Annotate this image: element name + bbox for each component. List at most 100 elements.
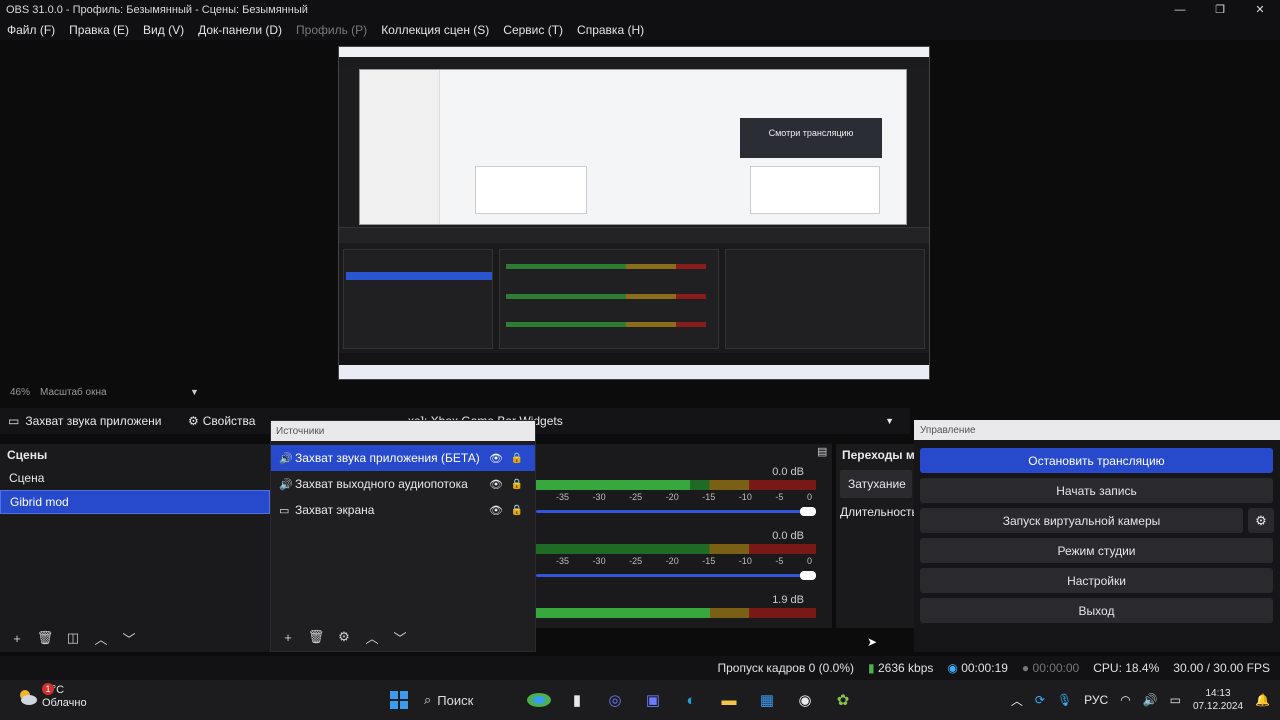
language-indicator[interactable]: РУС: [1084, 693, 1108, 707]
stream-preview[interactable]: Смотри трансляцию: [338, 46, 930, 380]
move-up-button[interactable]: ︿: [361, 628, 383, 647]
scene-list: Сцена Gibrid mod: [0, 466, 270, 514]
mixer-menu-icon[interactable]: ▤: [817, 445, 827, 458]
source-item[interactable]: 🔊 Захват звука приложения (БЕТА) 👁 🔒: [271, 445, 535, 471]
volume-icon[interactable]: 🔊: [1143, 693, 1158, 707]
menu-view[interactable]: Вид (V): [136, 23, 191, 37]
menu-tools[interactable]: Сервис (T): [496, 23, 570, 37]
control-button[interactable]: Режим студии: [920, 538, 1273, 563]
context-source-name: Захват звука приложени: [25, 414, 162, 428]
scenes-dock: Сцены Сцена Gibrid mod + 🗑 ◫ ︿ ﹀: [0, 444, 270, 652]
file-icon[interactable]: ▮: [564, 687, 590, 713]
remove-scene-button[interactable]: 🗑: [34, 630, 56, 646]
close-button[interactable]: ✕: [1240, 0, 1280, 20]
control-button[interactable]: Начать запись: [920, 478, 1273, 503]
tick-label: -10: [738, 556, 752, 566]
scene-filters-button[interactable]: ◫: [62, 630, 84, 646]
store-icon[interactable]: ▦: [754, 687, 780, 713]
tick-label: -20: [665, 492, 679, 502]
menu-file[interactable]: Файл (F): [0, 23, 62, 37]
mic-icon[interactable]: 🎙: [1057, 693, 1072, 707]
channel-db: 0.0 dB: [772, 466, 804, 478]
scene-item[interactable]: Gibrid mod: [0, 490, 270, 514]
lock-icon[interactable]: 🔒: [511, 453, 523, 464]
channel-db: 1.9 dB: [772, 594, 804, 606]
widgets-icon[interactable]: [526, 687, 552, 713]
eye-icon[interactable]: 👁: [489, 452, 503, 465]
search-icon: ⌕: [424, 692, 432, 707]
context-source: ▭ Захват звука приложени: [0, 414, 180, 428]
scenes-toolbar: + 🗑 ◫ ︿ ﹀: [0, 628, 140, 648]
battery-icon[interactable]: ▭: [1170, 693, 1181, 707]
mixer-channel: 0.0 dB -35 -30 -25 -20 -15 -10 -5 0: [536, 466, 818, 526]
maximize-button[interactable]: ❐: [1200, 0, 1240, 20]
meter-ticks: -35 -30 -25 -20 -15 -10 -5 0: [536, 492, 816, 506]
remove-source-button[interactable]: 🗑: [305, 629, 327, 645]
tick-label: -25: [629, 492, 643, 502]
duration-label: Длительность: [840, 505, 914, 519]
sources-dock: Источники 🔊 Захват звука приложения (БЕТА…: [270, 420, 536, 652]
slider-knob[interactable]: [800, 571, 816, 580]
transition-select[interactable]: Затухание: [840, 470, 912, 498]
clock[interactable]: 14:13 07.12.2024: [1193, 687, 1243, 713]
virtual-camera-settings-button[interactable]: ⚙: [1248, 508, 1274, 533]
windows-start-icon[interactable]: [386, 687, 412, 713]
sources-title: Источники: [271, 421, 535, 441]
chevron-down-icon[interactable]: ▼: [190, 387, 199, 397]
control-button[interactable]: Остановить трансляцию: [920, 448, 1273, 473]
lock-icon[interactable]: 🔒: [511, 479, 523, 490]
scene-item[interactable]: Сцена: [0, 466, 270, 490]
window-controls: — ❐ ✕: [1160, 0, 1280, 20]
obs-icon[interactable]: ◉: [792, 687, 818, 713]
properties-label: Свойства: [202, 414, 256, 428]
volume-slider[interactable]: [536, 571, 816, 580]
menu-docks[interactable]: Док-панели (D): [191, 23, 289, 37]
chat-icon[interactable]: ◎: [602, 687, 628, 713]
weather-widget[interactable]: 1 -1°C Облачно: [14, 683, 114, 716]
tick-label: -30: [592, 492, 606, 502]
move-up-button[interactable]: ︿: [90, 629, 112, 648]
slider-knob[interactable]: [800, 507, 816, 516]
source-properties-button[interactable]: ⚙: [333, 629, 355, 645]
eye-icon[interactable]: 👁: [489, 504, 503, 517]
preview-mixer-dock: [499, 249, 719, 349]
notifications-icon[interactable]: 🔔: [1255, 693, 1270, 707]
volume-slider[interactable]: [536, 507, 816, 516]
preview-transitions-dock: [725, 249, 925, 349]
source-item[interactable]: 🔊 Захват выходного аудиопотока 👁 🔒: [271, 471, 535, 497]
app-icon[interactable]: ✿: [830, 687, 856, 713]
chevron-up-icon[interactable]: ︿: [1011, 692, 1023, 709]
control-button[interactable]: Запуск виртуальной камеры: [920, 508, 1243, 533]
eye-icon[interactable]: 👁: [489, 478, 503, 491]
sync-icon[interactable]: ⟳: [1035, 693, 1045, 707]
edge-icon[interactable]: ◐: [678, 687, 704, 713]
taskbar-search[interactable]: ⌕ Поиск: [424, 687, 514, 713]
teams-icon[interactable]: ▣: [640, 687, 666, 713]
notification-badge: 1: [42, 683, 54, 695]
title-bar: OBS 31.0.0 - Профиль: Безымянный - Сцены…: [0, 0, 1280, 20]
menu-bar: Файл (F) Правка (E) Вид (V) Док-панели (…: [0, 20, 1280, 40]
source-item[interactable]: ▭ Захват экрана 👁 🔒: [271, 497, 535, 523]
preview-stream-banner: Смотри трансляцию: [740, 118, 882, 158]
menu-help[interactable]: Справка (H): [570, 23, 651, 37]
lock-icon[interactable]: 🔒: [511, 505, 523, 516]
signal-icon: ▮: [868, 661, 875, 675]
properties-button[interactable]: ⚙ Свойства: [180, 414, 263, 428]
preview-docks: [339, 245, 929, 353]
control-button[interactable]: Настройки: [920, 568, 1273, 593]
mixer-channel: 0.0 dB -35 -30 -25 -20 -15 -10 -5 0: [536, 530, 818, 590]
minimize-button[interactable]: —: [1160, 0, 1200, 20]
control-button[interactable]: Выход: [920, 598, 1273, 623]
preview-titlebar: [339, 47, 929, 57]
move-down-button[interactable]: ﹀: [389, 628, 411, 647]
preview-scenes-dock: [343, 249, 493, 349]
add-scene-button[interactable]: +: [6, 631, 28, 646]
wifi-icon[interactable]: ◠: [1120, 693, 1130, 707]
stream-time-value: 00:00:19: [961, 661, 1008, 675]
menu-edit[interactable]: Правка (E): [62, 23, 136, 37]
move-down-button[interactable]: ﹀: [118, 629, 140, 648]
zoom-label[interactable]: Масштаб окна: [40, 387, 190, 398]
add-source-button[interactable]: +: [277, 630, 299, 645]
menu-scene-collection[interactable]: Коллекция сцен (S): [374, 23, 496, 37]
folder-icon[interactable]: ▬: [716, 687, 742, 713]
